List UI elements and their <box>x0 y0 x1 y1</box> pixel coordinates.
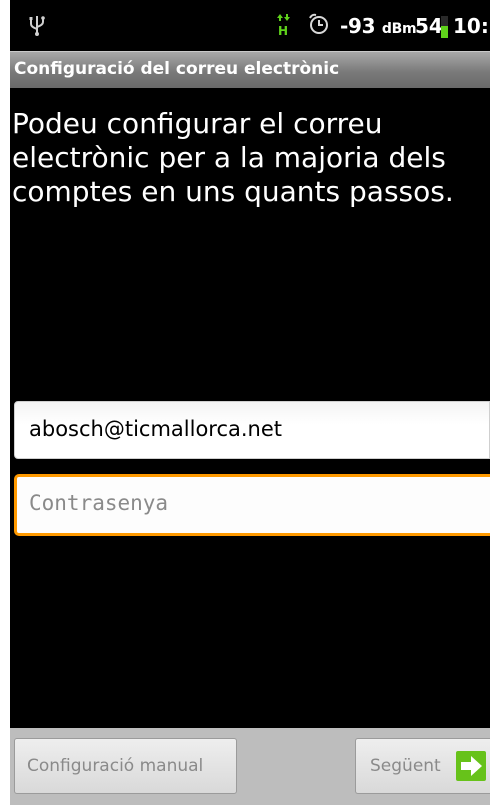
page-title: Configuració del correu electrònic <box>14 59 340 79</box>
next-label: Següent <box>370 756 441 776</box>
signal-unit: dBm <box>381 21 417 37</box>
battery-fill <box>441 26 448 38</box>
usb-icon <box>29 16 45 36</box>
arrow-right-icon <box>456 751 486 781</box>
next-button[interactable]: Següent <box>355 738 490 794</box>
battery-level: 54 <box>415 14 443 38</box>
battery-icon <box>441 16 448 38</box>
svg-text:H: H <box>278 24 288 37</box>
password-field[interactable]: Contrasenya <box>14 474 490 536</box>
alarm-icon <box>309 13 328 34</box>
title-bar: Configuració del correu electrònic <box>10 51 490 88</box>
manual-setup-button[interactable]: Configuració manual <box>14 738 237 794</box>
manual-setup-label: Configuració manual <box>27 756 204 776</box>
signal-strength: -93 dBm <box>340 14 417 38</box>
instructions-text: Podeu configurar el correu electrònic pe… <box>12 107 454 208</box>
email-value: abosch@ticmallorca.net <box>29 417 283 441</box>
status-bar: H -93 dBm 54 10:57 <box>10 0 490 50</box>
signal-value: -93 <box>340 14 376 38</box>
data-transfer-icon: H <box>277 14 290 37</box>
email-setup-screen: H -93 dBm 54 10:57 Configuració del corr… <box>10 0 490 805</box>
clock: 10:57 <box>453 14 490 38</box>
email-field[interactable]: abosch@ticmallorca.net <box>14 401 490 459</box>
password-placeholder: Contrasenya <box>29 491 169 515</box>
button-bar: Configuració manual Següent <box>10 728 490 805</box>
